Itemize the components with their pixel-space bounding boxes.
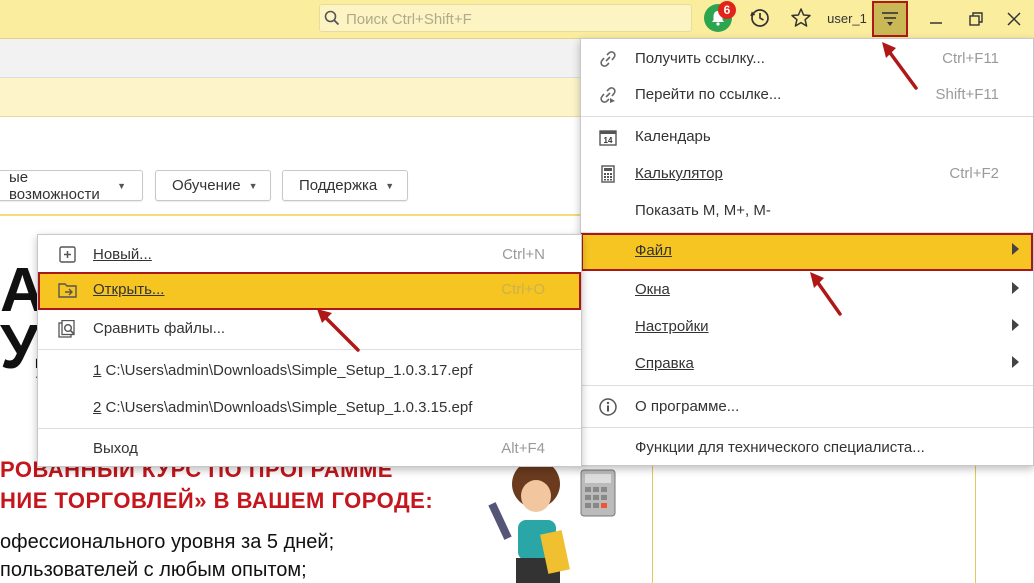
search-input[interactable] <box>344 8 678 30</box>
banner-divider <box>0 214 580 216</box>
menu-item-compare-files[interactable]: Сравнить файлы... <box>38 311 581 347</box>
tabs-strip <box>0 39 580 78</box>
help-label: Справка <box>635 355 694 372</box>
menu-separator <box>581 427 1033 428</box>
windows-label: Окна <box>635 281 670 298</box>
follow-link-icon <box>600 87 616 103</box>
star-icon <box>791 8 811 27</box>
menu-item-get-link[interactable]: Получить ссылку... Ctrl+F11 <box>581 41 1033 77</box>
main-menu: Получить ссылку... Ctrl+F11 Перейти по с… <box>580 38 1034 466</box>
menu-item-help[interactable]: Справка <box>581 346 1033 382</box>
search-box[interactable] <box>319 4 692 32</box>
menu-item-recent-2[interactable]: 2 C:\Users\admin\Downloads\Simple_Setup_… <box>38 390 581 426</box>
chevron-right-icon <box>1012 243 1019 255</box>
restore-icon <box>969 12 983 26</box>
support-dropdown[interactable]: Поддержка ▼ <box>282 170 408 201</box>
open-label: Открыть... <box>93 281 165 298</box>
history-button[interactable] <box>746 3 774 33</box>
new-label: Новый... <box>93 246 152 263</box>
minimize-icon <box>930 22 942 24</box>
learning-label: Обучение <box>172 177 241 194</box>
calculator-icon <box>601 165 615 183</box>
close-button[interactable] <box>999 5 1029 33</box>
menu-item-settings[interactable]: Настройки <box>581 309 1033 345</box>
menu-item-open[interactable]: Открыть... Ctrl+O <box>38 272 581 310</box>
chevron-right-icon <box>1012 356 1019 368</box>
svg-text:14: 14 <box>604 136 613 145</box>
menu-separator <box>38 349 581 350</box>
recent-1-path: C:\Users\admin\Downloads\Simple_Setup_1.… <box>101 362 473 379</box>
chevron-down-icon: ▼ <box>248 180 258 191</box>
file-submenu: Новый... Ctrl+N Открыть... Ctrl+O Сравни… <box>37 234 582 467</box>
menu-icon <box>882 12 898 26</box>
search-icon <box>324 10 340 26</box>
close-icon <box>1007 12 1021 26</box>
minimize-button[interactable] <box>921 5 951 33</box>
menu-separator <box>581 385 1033 386</box>
menu-item-file[interactable]: Файл <box>581 233 1033 271</box>
menu-item-about[interactable]: О программе... <box>581 389 1033 425</box>
open-folder-icon <box>58 283 77 298</box>
capabilities-dropdown[interactable]: ые возможности ▼ <box>0 168 143 203</box>
calendar-icon: 14 <box>599 130 617 146</box>
history-icon <box>750 9 769 27</box>
menu-item-tech-functions[interactable]: Функции для технического специалиста... <box>581 430 1033 466</box>
menu-item-show-memory[interactable]: Показать M, M+, M- <box>581 193 1033 229</box>
menu-separator <box>581 116 1033 117</box>
main-menu-button[interactable] <box>872 1 908 37</box>
banner-text-line-2: пользователей с любым опытом; <box>0 559 307 581</box>
link-icon <box>600 51 616 67</box>
banner-illustration <box>488 462 616 583</box>
recent-2-path: C:\Users\admin\Downloads\Simple_Setup_1.… <box>101 399 473 416</box>
menu-item-windows[interactable]: Окна <box>581 272 1033 308</box>
menu-item-new[interactable]: Новый... Ctrl+N <box>38 237 581 273</box>
menu-item-calculator[interactable]: Калькулятор Ctrl+F2 <box>581 156 1033 192</box>
new-file-icon <box>59 246 76 263</box>
menu-item-follow-link[interactable]: Перейти по ссылке... Shift+F11 <box>581 77 1033 113</box>
chevron-down-icon: ▼ <box>385 180 395 191</box>
menu-item-recent-1[interactable]: 1 C:\Users\admin\Downloads\Simple_Setup_… <box>38 353 581 389</box>
menu-item-exit[interactable]: Выход Alt+F4 <box>38 431 581 467</box>
settings-label: Настройки <box>635 318 709 335</box>
info-icon <box>599 398 617 416</box>
chevron-right-icon <box>1012 319 1019 331</box>
capabilities-label: ые возможности <box>9 168 100 203</box>
learning-dropdown[interactable]: Обучение ▼ <box>155 170 271 201</box>
chevron-right-icon <box>1012 282 1019 294</box>
file-label: Файл <box>635 242 672 259</box>
compare-icon <box>58 320 75 338</box>
calculator-label: Калькулятор <box>635 165 723 182</box>
banner-text-line-1: офессионального уровня за 5 дней; <box>0 531 335 553</box>
menu-separator <box>38 428 581 429</box>
menu-item-calendar[interactable]: 14 Календарь <box>581 119 1033 155</box>
banner-red-line-2: НИЕ ТОРГОВЛЕЙ» В ВАШЕМ ГОРОДЕ: <box>0 488 434 513</box>
notifications-badge: 6 <box>718 1 736 19</box>
chevron-down-icon: ▼ <box>117 180 126 191</box>
side-panel <box>652 460 976 583</box>
user-name[interactable]: user_1 <box>826 3 868 33</box>
favorites-button[interactable] <box>787 3 815 33</box>
restore-button[interactable] <box>961 5 991 33</box>
support-label: Поддержка <box>299 177 378 194</box>
panel-strip <box>0 78 580 117</box>
